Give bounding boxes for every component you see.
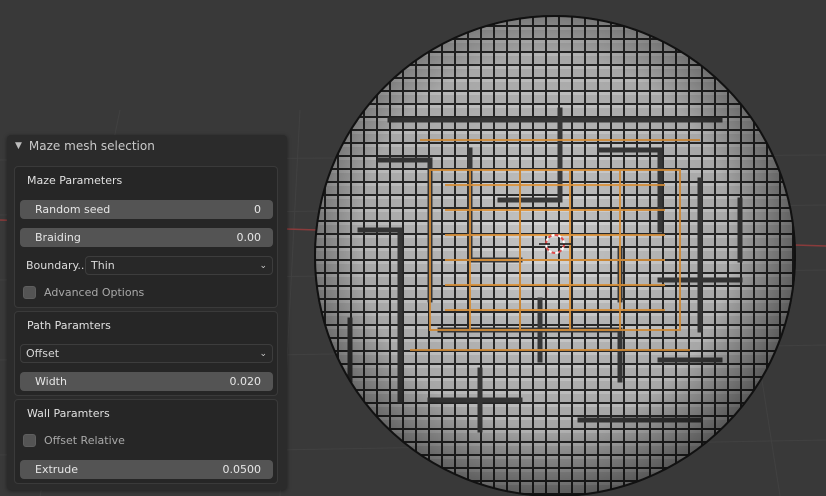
path-parameters-section: Path Paramters Offset ⌄ Width 0.020 xyxy=(14,311,278,396)
checkbox[interactable] xyxy=(23,286,36,299)
panel-title: Maze mesh selection xyxy=(28,139,155,153)
panel-header[interactable]: ▼ Maze mesh selection xyxy=(7,135,287,157)
field-label: Extrude xyxy=(35,463,79,476)
advanced-options-toggle[interactable]: Advanced Options xyxy=(23,286,144,299)
boundary-label: Boundary.. xyxy=(26,259,85,272)
wall-parameters-section: Wall Paramters Offset Relative Extrude 0… xyxy=(14,399,278,484)
field-value: 0 xyxy=(254,203,261,216)
maze-sphere xyxy=(314,15,796,496)
section-title: Maze Parameters xyxy=(27,173,123,187)
maze-parameters-section: Maze Parameters Random seed 0 Braiding 0… xyxy=(14,166,278,308)
offset-relative-toggle[interactable]: Offset Relative xyxy=(23,434,125,447)
braiding-field[interactable]: Braiding 0.00 xyxy=(20,228,273,247)
triangle-down-icon[interactable]: ▼ xyxy=(15,141,22,151)
chevron-down-icon: ⌄ xyxy=(259,260,267,271)
field-value: 0.00 xyxy=(236,231,262,244)
maze-operator-panel: ▼ Maze mesh selection Maze Parameters Ra… xyxy=(7,135,287,490)
field-label: Width xyxy=(35,375,67,388)
chevron-down-icon: ⌄ xyxy=(259,348,267,359)
section-title: Path Paramters xyxy=(27,318,111,332)
field-label: Random seed xyxy=(35,203,111,216)
random-seed-field[interactable]: Random seed 0 xyxy=(20,200,273,219)
dropdown-value: Thin xyxy=(91,259,115,272)
checkbox-label: Offset Relative xyxy=(44,434,125,447)
field-value: 0.020 xyxy=(229,375,262,388)
extrude-field[interactable]: Extrude 0.0500 xyxy=(20,460,273,479)
path-width-field[interactable]: Width 0.020 xyxy=(20,372,273,391)
field-value: 0.0500 xyxy=(222,463,262,476)
boundary-dropdown[interactable]: Thin ⌄ xyxy=(85,256,273,275)
checkbox[interactable] xyxy=(23,434,36,447)
field-label: Braiding xyxy=(35,231,81,244)
path-mode-dropdown[interactable]: Offset ⌄ xyxy=(20,344,273,363)
section-title: Wall Paramters xyxy=(27,406,110,420)
checkbox-label: Advanced Options xyxy=(44,286,145,299)
dropdown-value: Offset xyxy=(26,347,60,360)
